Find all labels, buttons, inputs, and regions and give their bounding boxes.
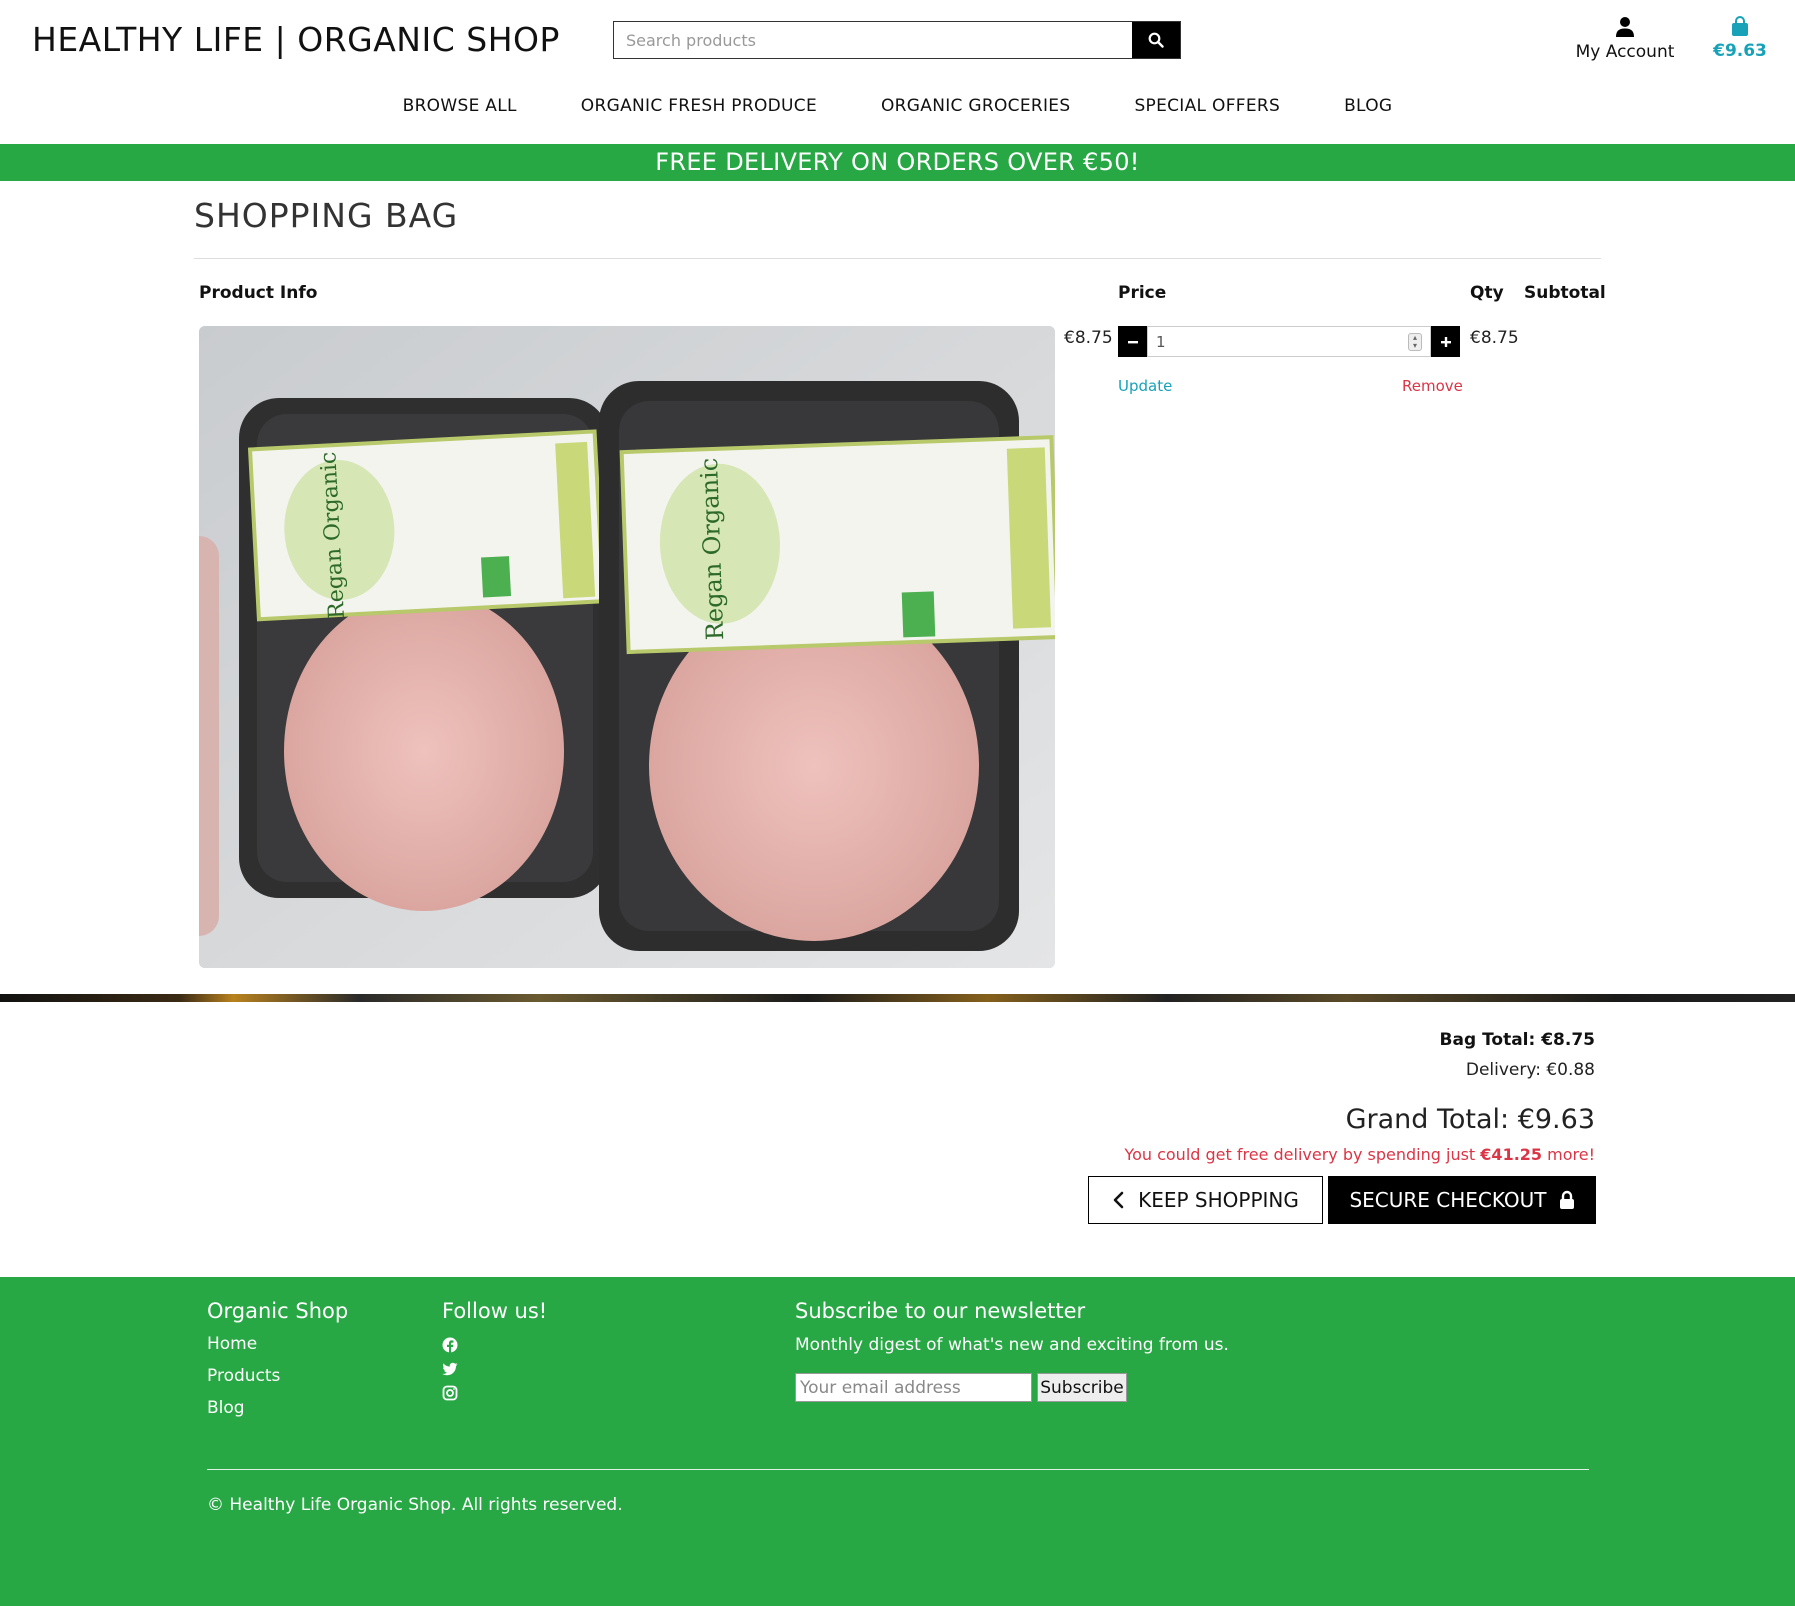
site-footer: Organic Shop Home Products Blog Follow u… bbox=[0, 1277, 1795, 1606]
search-bar bbox=[613, 21, 1181, 59]
shopping-bag-link[interactable]: €9.63 bbox=[1705, 16, 1775, 61]
free-delivery-message: You could get free delivery by spending … bbox=[1124, 1145, 1595, 1164]
newsletter-description: Monthly digest of what's new and excitin… bbox=[795, 1335, 1229, 1355]
decorative-divider bbox=[0, 994, 1795, 1002]
col-header-price: Price bbox=[1118, 283, 1167, 303]
main-nav: BROWSE ALL ORGANIC FRESH PRODUCE ORGANIC… bbox=[0, 92, 1795, 120]
secure-checkout-label: SECURE CHECKOUT bbox=[1349, 1188, 1547, 1212]
col-header-product-info: Product Info bbox=[199, 283, 318, 303]
page-title: SHOPPING BAG bbox=[194, 196, 459, 235]
col-header-subtotal: Subtotal bbox=[1524, 283, 1606, 303]
copyright-text: © Healthy Life Organic Shop. All rights … bbox=[207, 1495, 623, 1515]
nav-browse-all[interactable]: BROWSE ALL bbox=[371, 92, 549, 120]
title-divider bbox=[194, 258, 1601, 259]
lock-icon bbox=[1559, 1190, 1574, 1209]
keep-shopping-button[interactable]: KEEP SHOPPING bbox=[1088, 1176, 1323, 1224]
footer-link-home[interactable]: Home bbox=[207, 1334, 257, 1354]
quantity-stepper: 1 ▴ ▾ bbox=[1118, 326, 1460, 357]
user-icon bbox=[1616, 17, 1634, 37]
grand-total: Grand Total: €9.63 bbox=[1345, 1104, 1595, 1135]
col-header-qty: Qty bbox=[1470, 283, 1504, 303]
quantity-spinner[interactable]: ▴ ▾ bbox=[1408, 333, 1422, 351]
delivery-cost: Delivery: €0.88 bbox=[1465, 1060, 1595, 1080]
site-header: HEALTHY LIFE | ORGANIC SHOP My Account €… bbox=[0, 0, 1795, 144]
footer-link-products[interactable]: Products bbox=[207, 1366, 280, 1386]
nav-special-offers[interactable]: SPECIAL OFFERS bbox=[1102, 92, 1312, 120]
order-totals: Bag Total: €8.75 Delivery: €0.88 Grand T… bbox=[1124, 1030, 1595, 1164]
nav-organic-groceries[interactable]: ORGANIC GROCERIES bbox=[849, 92, 1102, 120]
footer-follow-title: Follow us! bbox=[442, 1299, 548, 1323]
keep-shopping-label: KEEP SHOPPING bbox=[1138, 1188, 1299, 1212]
subscribe-button[interactable]: Subscribe bbox=[1037, 1373, 1127, 1402]
free-delivery-prefix: You could get free delivery by spending … bbox=[1124, 1145, 1476, 1164]
bag-total: Bag Total: €8.75 bbox=[1439, 1030, 1595, 1050]
my-account-link[interactable]: My Account bbox=[1570, 16, 1680, 62]
chevron-left-icon bbox=[1113, 1191, 1124, 1209]
plus-icon bbox=[1440, 336, 1451, 347]
free-delivery-banner: FREE DELIVERY ON ORDERS OVER €50! bbox=[0, 144, 1795, 181]
instagram-icon[interactable] bbox=[442, 1385, 458, 1401]
free-delivery-suffix: more! bbox=[1547, 1145, 1595, 1164]
quantity-input[interactable]: 1 ▴ ▾ bbox=[1147, 326, 1431, 357]
free-delivery-amount: €41.25 bbox=[1480, 1145, 1543, 1164]
shopping-bag-icon bbox=[1732, 16, 1748, 36]
increment-qty-button[interactable] bbox=[1431, 326, 1460, 357]
update-link[interactable]: Update bbox=[1118, 377, 1172, 395]
cart-total: €9.63 bbox=[1713, 41, 1767, 61]
search-icon bbox=[1148, 32, 1164, 48]
nav-organic-fresh-produce[interactable]: ORGANIC FRESH PRODUCE bbox=[549, 92, 849, 120]
facebook-icon[interactable] bbox=[442, 1337, 458, 1353]
minus-icon bbox=[1127, 340, 1138, 343]
secure-checkout-button[interactable]: SECURE CHECKOUT bbox=[1328, 1176, 1596, 1224]
search-input[interactable] bbox=[614, 22, 1132, 58]
newsletter-email-input[interactable] bbox=[795, 1373, 1032, 1402]
my-account-label: My Account bbox=[1575, 42, 1675, 62]
footer-link-blog[interactable]: Blog bbox=[207, 1398, 245, 1418]
remove-link[interactable]: Remove bbox=[1402, 377, 1463, 395]
product-image: Regan Organic Regan Organic bbox=[199, 326, 1055, 968]
item-subtotal: €8.75 bbox=[1470, 328, 1519, 348]
decrement-qty-button[interactable] bbox=[1118, 326, 1147, 357]
footer-newsletter-title: Subscribe to our newsletter bbox=[795, 1299, 1086, 1323]
item-price: €8.75 bbox=[1064, 328, 1113, 348]
twitter-icon[interactable] bbox=[442, 1361, 458, 1377]
site-brand[interactable]: HEALTHY LIFE | ORGANIC SHOP bbox=[32, 20, 560, 59]
chicken-fillets-photo: Regan Organic Regan Organic bbox=[199, 326, 1055, 968]
nav-blog[interactable]: BLOG bbox=[1312, 92, 1424, 120]
footer-divider bbox=[207, 1469, 1589, 1470]
footer-shop-title: Organic Shop bbox=[207, 1299, 349, 1323]
search-button[interactable] bbox=[1132, 22, 1180, 58]
quantity-value: 1 bbox=[1156, 332, 1166, 351]
